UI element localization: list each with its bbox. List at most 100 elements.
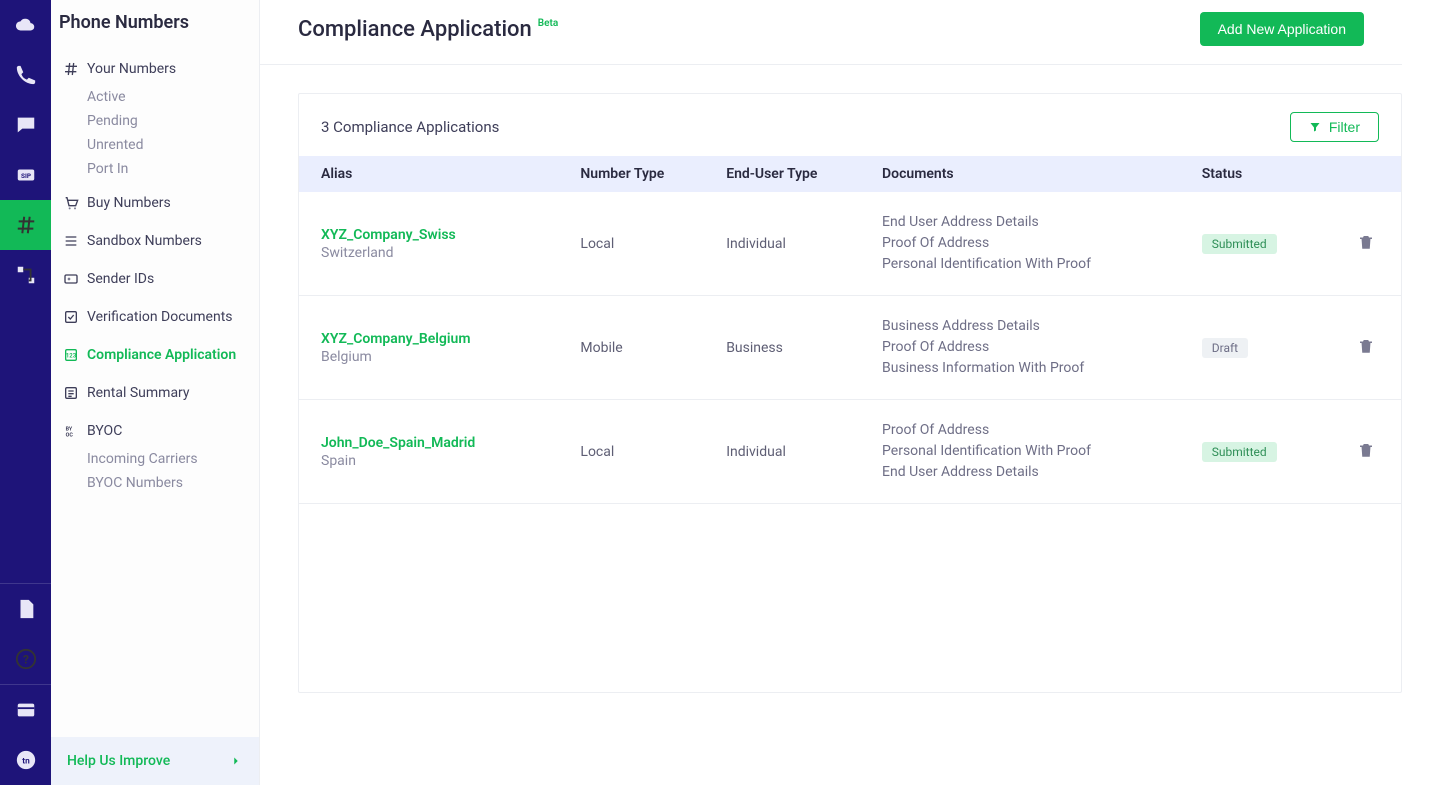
cell-documents: Proof Of AddressPersonal Identification … xyxy=(860,400,1180,504)
alias-link[interactable]: John_Doe_Spain_Madrid xyxy=(321,435,536,451)
sidebar-subitem-active[interactable]: Active xyxy=(59,85,259,109)
col-documents: Documents xyxy=(860,156,1180,192)
sidebar-subitem-byoc-numbers[interactable]: BYOC Numbers xyxy=(59,471,259,495)
compliance-icon: 123 xyxy=(63,347,79,363)
chevron-right-icon xyxy=(229,754,243,768)
network-rail-item[interactable] xyxy=(0,250,51,300)
trash-icon xyxy=(1357,232,1375,252)
page-header: Compliance Application Beta Add New Appl… xyxy=(260,0,1402,65)
cell-status: Submitted xyxy=(1180,400,1331,504)
delete-button[interactable] xyxy=(1353,228,1379,259)
application-count: 3 Compliance Applications xyxy=(321,118,499,136)
svg-text:?: ? xyxy=(23,653,29,667)
cell-status: Draft xyxy=(1180,296,1331,400)
delete-button[interactable] xyxy=(1353,332,1379,363)
beta-badge: Beta xyxy=(538,18,558,29)
table-header-row: Alias Number Type End-User Type Document… xyxy=(299,156,1401,192)
cloud-icon xyxy=(15,14,37,36)
sidebar-item-compliance-application[interactable]: 123 Compliance Application xyxy=(59,339,259,371)
status-badge: Submitted xyxy=(1202,234,1277,254)
sip-icon: SIP xyxy=(15,164,37,186)
table-row: John_Doe_Spain_Madrid Spain LocalIndividua… xyxy=(299,400,1401,504)
sidebar-item-sender-ids[interactable]: Sender IDs xyxy=(59,263,259,295)
delete-button[interactable] xyxy=(1353,436,1379,467)
document-line: Proof Of Address xyxy=(882,420,1158,441)
billing-rail-item[interactable] xyxy=(0,685,51,735)
icon-rail-bottom: ? tn xyxy=(0,584,51,785)
sidebar-subitem-pending[interactable]: Pending xyxy=(59,109,259,133)
col-alias: Alias xyxy=(299,156,558,192)
id-icon xyxy=(63,271,79,287)
cell-number-type: Local xyxy=(558,400,704,504)
sidebar-subitem-incoming-carriers[interactable]: Incoming Carriers xyxy=(59,447,259,471)
icon-rail-top: SIP xyxy=(0,0,51,583)
tn-icon: tn xyxy=(15,749,37,771)
sidebar-item-buy-numbers[interactable]: Buy Numbers xyxy=(59,187,259,219)
sidebar-item-rental-summary[interactable]: Rental Summary xyxy=(59,377,259,409)
help-us-improve[interactable]: Help Us Improve xyxy=(51,737,259,785)
svg-text:OC: OC xyxy=(66,432,74,438)
applications-table: Alias Number Type End-User Type Document… xyxy=(299,156,1401,504)
sidebar-item-sandbox-numbers[interactable]: Sandbox Numbers xyxy=(59,225,259,257)
sidebar-nav: Your NumbersActivePendingUnrentedPort In… xyxy=(51,47,259,737)
add-new-application-button[interactable]: Add New Application xyxy=(1200,12,1364,46)
hash-icon xyxy=(15,214,37,236)
hash-small-icon xyxy=(63,61,79,77)
col-actions xyxy=(1331,156,1401,192)
trash-icon xyxy=(1357,336,1375,356)
message-rail-item[interactable] xyxy=(0,100,51,150)
svg-text:tn: tn xyxy=(22,757,30,767)
icon-rail: SIP ? tn xyxy=(0,0,51,785)
alias-country: Spain xyxy=(321,453,536,469)
cloud-rail-item[interactable] xyxy=(0,0,51,50)
cell-end-user-type: Business xyxy=(704,296,860,400)
svg-text:BY: BY xyxy=(66,426,73,432)
table-row: XYZ_Company_BelgiumBelgiumMobileBusiness… xyxy=(299,296,1401,400)
document-line: Business Address Details xyxy=(882,316,1158,337)
cell-number-type: Mobile xyxy=(558,296,704,400)
message-icon xyxy=(15,114,37,136)
document-line: Proof Of Address xyxy=(882,337,1158,358)
alias-link[interactable]: XYZ_Company_Swiss xyxy=(321,227,536,243)
col-end-user-type: End-User Type xyxy=(704,156,860,192)
document-line: Personal Identification With Proof xyxy=(882,441,1158,462)
applications-card: 3 Compliance Applications Filter Alias N… xyxy=(298,93,1402,693)
main-content: Compliance Application Beta Add New Appl… xyxy=(260,0,1440,785)
phone-rail-item[interactable] xyxy=(0,50,51,100)
tn-rail-item[interactable]: tn xyxy=(0,735,51,785)
cell-documents: Business Address DetailsProof Of Address… xyxy=(860,296,1180,400)
cell-end-user-type: Individual xyxy=(704,192,860,296)
filter-button[interactable]: Filter xyxy=(1290,112,1379,142)
sidebar-item-label: Sender IDs xyxy=(87,271,154,287)
alias-link[interactable]: XYZ_Company_Belgium xyxy=(321,331,536,347)
sidebar-item-your-numbers[interactable]: Your Numbers xyxy=(59,53,259,85)
sidebar-subitem-unrented[interactable]: Unrented xyxy=(59,133,259,157)
status-badge: Draft xyxy=(1202,338,1248,358)
filter-icon xyxy=(1309,121,1321,133)
cell-documents: End User Address DetailsProof Of Address… xyxy=(860,192,1180,296)
alias-country: Switzerland xyxy=(321,245,536,261)
sidebar-item-byoc[interactable]: BYOCBYOC xyxy=(59,415,259,447)
help-circle-rail-item[interactable]: ? xyxy=(0,634,51,684)
document-line: Business Information With Proof xyxy=(882,358,1158,379)
sidebar-item-label: Rental Summary xyxy=(87,385,190,401)
sidebar-item-label: Compliance Application xyxy=(87,347,236,363)
sidebar-item-verification-documents[interactable]: Verification Documents xyxy=(59,301,259,333)
sidebar-item-label: Sandbox Numbers xyxy=(87,233,202,249)
docs-rail-item[interactable] xyxy=(0,584,51,634)
cell-end-user-type: Individual xyxy=(704,400,860,504)
cell-number-type: Local xyxy=(558,192,704,296)
hash-rail-item[interactable] xyxy=(0,200,51,250)
sidebar-subitem-port-in[interactable]: Port In xyxy=(59,157,259,181)
byoc-icon: BYOC xyxy=(63,423,79,439)
sip-rail-item[interactable]: SIP xyxy=(0,150,51,200)
sidebar-item-label: Buy Numbers xyxy=(87,195,171,211)
help-label: Help Us Improve xyxy=(67,753,170,769)
document-line: End User Address Details xyxy=(882,212,1158,233)
document-line: End User Address Details xyxy=(882,462,1158,483)
phone-icon xyxy=(15,64,37,86)
col-status: Status xyxy=(1180,156,1331,192)
sidebar: Phone Numbers Your NumbersActivePendingU… xyxy=(51,0,260,785)
card-header: 3 Compliance Applications Filter xyxy=(299,94,1401,156)
network-icon xyxy=(15,264,37,286)
